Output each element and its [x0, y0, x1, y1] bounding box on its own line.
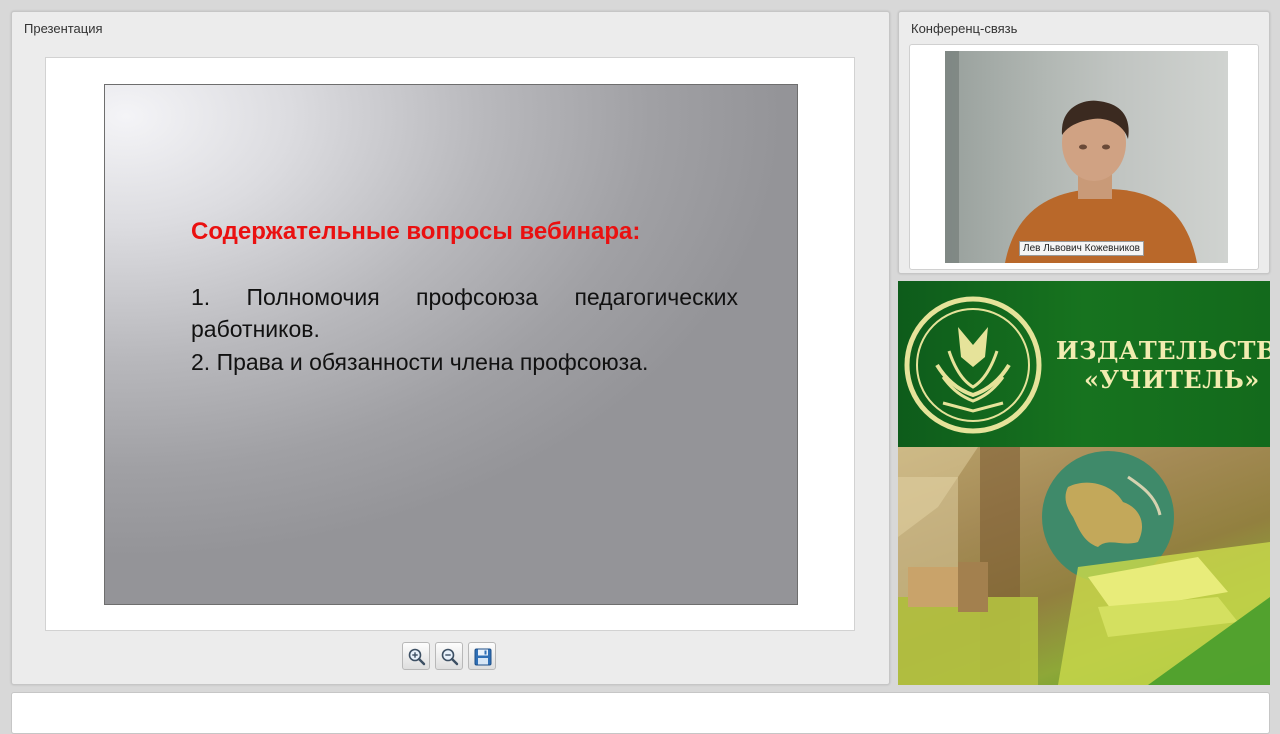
publisher-logo	[904, 296, 1042, 434]
slide-heading: Содержательные вопросы вебинара:	[191, 218, 641, 245]
bottom-panel	[11, 692, 1270, 734]
presentation-panel-title: Презентация	[24, 21, 103, 36]
banner-title-line-1: ИЗДАТЕЛЬСТВО	[1056, 336, 1270, 365]
conference-panel: Конференц-связь Лев Львович Кожевников	[898, 11, 1270, 274]
presentation-panel: Презентация Содержательные вопросы вебин…	[11, 11, 890, 685]
zoom-out-icon	[441, 648, 459, 666]
banner-image-books-globe	[898, 447, 1270, 685]
slide-line-3: 2. Права и обязанности члена профсоюза.	[191, 349, 649, 375]
slide-line-1: 1. Полномочия профсоюза педагогических	[191, 284, 738, 310]
save-button[interactable]	[468, 642, 496, 670]
zoom-in-button[interactable]	[402, 642, 430, 670]
slide-viewer: Содержательные вопросы вебинара: 1. Полн…	[45, 57, 855, 631]
books-globe-illustration	[898, 447, 1270, 685]
publisher-banner[interactable]: ИЗДАТЕЛЬСТВО «УЧИТЕЛЬ»	[898, 281, 1270, 685]
video-frame: Лев Львович Кожевников	[909, 44, 1259, 270]
banner-header: ИЗДАТЕЛЬСТВО «УЧИТЕЛЬ»	[898, 281, 1270, 447]
zoom-in-icon	[408, 648, 426, 666]
speaker-video[interactable]: Лев Львович Кожевников	[945, 51, 1228, 263]
speaker-name-label: Лев Львович Кожевников	[1019, 241, 1144, 256]
floppy-disk-icon	[474, 648, 492, 666]
zoom-out-button[interactable]	[435, 642, 463, 670]
slide: Содержательные вопросы вебинара: 1. Полн…	[104, 84, 798, 605]
slide-line-2: работников.	[191, 316, 320, 342]
speaker-silhouette	[945, 51, 1197, 263]
banner-title-line-2: «УЧИТЕЛЬ»	[1084, 365, 1260, 394]
conference-panel-title: Конференц-связь	[911, 21, 1018, 36]
